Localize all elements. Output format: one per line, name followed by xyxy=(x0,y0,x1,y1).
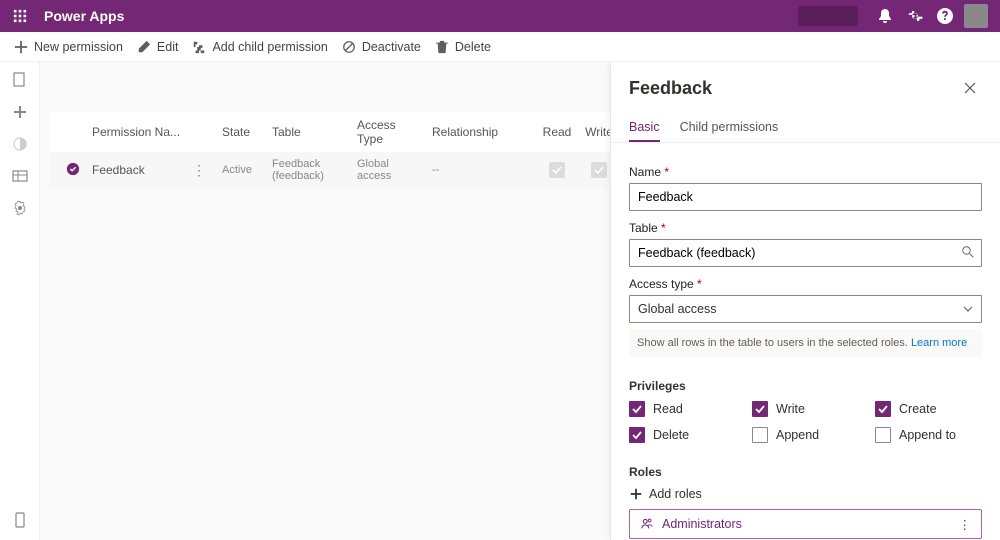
name-label: Name * xyxy=(629,165,982,179)
panel-tabs: Basic Child permissions xyxy=(611,114,1000,143)
privilege-delete[interactable]: Delete xyxy=(629,427,736,443)
col-rel[interactable]: Relationship xyxy=(426,125,536,139)
table-label: Table * xyxy=(629,221,982,235)
plus-icon xyxy=(629,487,643,501)
hierarchy-icon xyxy=(192,40,206,54)
edit-button[interactable]: Edit xyxy=(137,40,179,54)
col-read[interactable]: Read xyxy=(536,125,578,139)
role-administrators[interactable]: Administrators ⋮ xyxy=(629,509,982,539)
main: Permission Na... State Table Access Type… xyxy=(40,62,1000,540)
commandbar: New permission Edit Add child permission… xyxy=(0,32,1000,62)
add-roles-label: Add roles xyxy=(649,487,702,501)
chevron-down-icon xyxy=(963,306,973,312)
notifications-icon[interactable] xyxy=(870,0,900,32)
privileges-label: Privileges xyxy=(629,379,982,393)
checkbox-label: Read xyxy=(653,402,683,416)
body: Permission Na... State Table Access Type… xyxy=(0,62,1000,540)
row-state: Active xyxy=(216,164,266,176)
role-name: Administrators xyxy=(662,517,947,531)
privilege-append-to[interactable]: Append to xyxy=(875,427,982,443)
add-roles-button[interactable]: Add roles xyxy=(629,487,982,501)
checkbox xyxy=(875,427,891,443)
access-type-label: Access type * xyxy=(629,277,982,291)
cmd-label: Edit xyxy=(157,40,179,54)
mobile-icon[interactable] xyxy=(12,512,28,528)
name-input[interactable] xyxy=(629,183,982,211)
avatar[interactable] xyxy=(964,4,988,28)
checkbox xyxy=(752,427,768,443)
environment-badge[interactable] xyxy=(798,6,858,26)
tab-basic[interactable]: Basic xyxy=(629,114,660,142)
cmd-label: New permission xyxy=(34,40,123,54)
checkbox-label: Delete xyxy=(653,428,689,442)
checkbox xyxy=(629,401,645,417)
app-launcher-icon[interactable] xyxy=(8,4,32,28)
privilege-read[interactable]: Read xyxy=(629,401,736,417)
cmd-label: Add child permission xyxy=(212,40,327,54)
cmd-label: Deactivate xyxy=(362,40,421,54)
checkbox-label: Append to xyxy=(899,428,956,442)
leftrail xyxy=(0,62,40,540)
plus-icon xyxy=(14,40,28,54)
gear-icon[interactable] xyxy=(12,200,28,216)
row-name: Feedback xyxy=(92,163,188,177)
access-type-select[interactable]: Global access xyxy=(629,295,982,323)
tab-child[interactable]: Child permissions xyxy=(680,114,779,142)
roles-label: Roles xyxy=(629,465,982,479)
checkbox xyxy=(629,427,645,443)
access-type-hint: Show all rows in the table to users in t… xyxy=(629,329,982,357)
checkbox-label: Append xyxy=(776,428,819,442)
privilege-write[interactable]: Write xyxy=(752,401,859,417)
person-icon xyxy=(640,517,654,531)
privileges-grid: Read Write Create Delete Append Append to xyxy=(629,401,982,443)
row-write-check xyxy=(591,162,607,178)
panel-title: Feedback xyxy=(629,78,958,99)
row-access: Global access xyxy=(351,158,426,182)
access-type-value: Global access xyxy=(638,302,717,316)
theme-icon[interactable] xyxy=(12,136,28,152)
privilege-create[interactable]: Create xyxy=(875,401,982,417)
role-more-icon[interactable]: ⋮ xyxy=(955,517,976,532)
new-permission-button[interactable]: New permission xyxy=(14,40,123,54)
checkbox-label: Write xyxy=(776,402,805,416)
row-more-icon[interactable]: ⋮ xyxy=(188,162,210,179)
app-title: Power Apps xyxy=(44,8,124,24)
col-table[interactable]: Table xyxy=(266,125,351,139)
add-child-button[interactable]: Add child permission xyxy=(192,40,327,54)
close-icon[interactable] xyxy=(958,76,982,100)
checkbox-label: Create xyxy=(899,402,937,416)
table-input[interactable] xyxy=(629,239,982,267)
privilege-append[interactable]: Append xyxy=(752,427,859,443)
settings-icon[interactable] xyxy=(900,0,930,32)
row-table: Feedback (feedback) xyxy=(266,158,351,182)
plus-icon[interactable] xyxy=(12,104,28,120)
col-name[interactable]: Permission Na... xyxy=(86,125,216,139)
row-selected-icon xyxy=(66,162,80,176)
trash-icon xyxy=(435,40,449,54)
help-icon[interactable] xyxy=(930,0,960,32)
delete-button[interactable]: Delete xyxy=(435,40,491,54)
cmd-label: Delete xyxy=(455,40,491,54)
table-icon[interactable] xyxy=(12,168,28,184)
learn-more-link[interactable]: Learn more xyxy=(911,337,967,349)
search-icon[interactable] xyxy=(962,246,974,258)
deactivate-button[interactable]: Deactivate xyxy=(342,40,421,54)
topbar: Power Apps xyxy=(0,0,1000,32)
checkbox xyxy=(875,401,891,417)
row-rel: -- xyxy=(426,164,536,176)
properties-panel: Feedback Basic Child permissions Name * … xyxy=(610,62,1000,540)
checkbox xyxy=(752,401,768,417)
row-read-check xyxy=(549,162,565,178)
col-state[interactable]: State xyxy=(216,125,266,139)
pencil-icon xyxy=(137,40,151,54)
prohibit-icon xyxy=(342,40,356,54)
pages-icon[interactable] xyxy=(12,72,28,88)
col-access[interactable]: Access Type xyxy=(351,118,426,146)
